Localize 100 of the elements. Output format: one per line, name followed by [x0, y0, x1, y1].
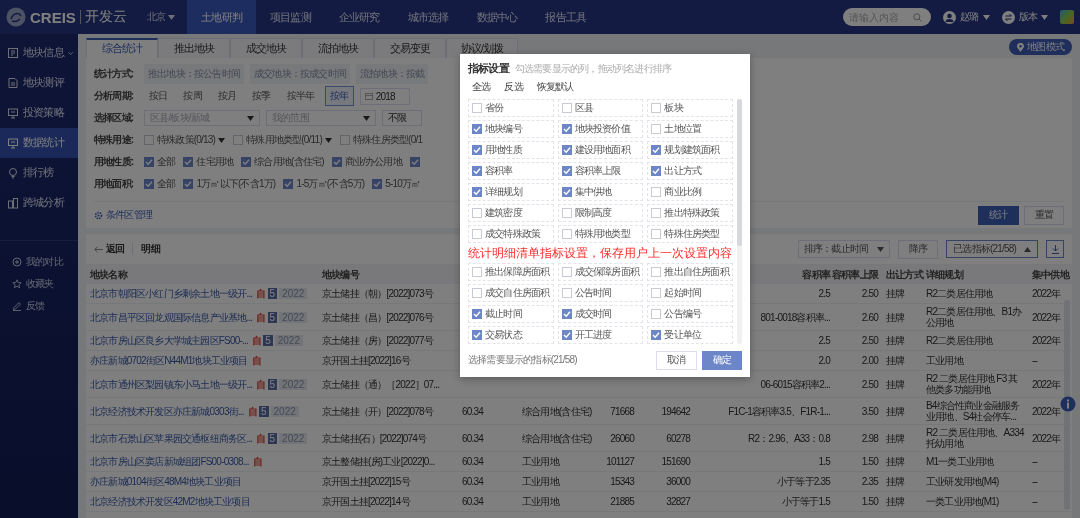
checkbox[interactable]	[561, 103, 572, 113]
checkbox[interactable]	[651, 267, 662, 277]
checkbox[interactable]	[472, 187, 482, 197]
checkbox[interactable]	[339, 135, 350, 145]
option-label[interactable]: 全部	[157, 155, 176, 169]
option-label[interactable]: 1-5万㎡(不含5万)	[296, 177, 365, 191]
checkbox[interactable]	[651, 124, 662, 134]
checkbox[interactable]	[472, 145, 482, 155]
tab[interactable]: 推出地块	[158, 38, 230, 58]
checkbox[interactable]	[651, 229, 662, 239]
tab[interactable]: 综合统计	[86, 38, 158, 58]
nav-item[interactable]: 报告工具	[531, 0, 601, 34]
checkbox[interactable]	[472, 267, 482, 277]
sidebar-item[interactable]: 地块测评	[0, 68, 78, 98]
land-name-link[interactable]: 北京市房山区窦店新城组团FS00-0308...	[90, 456, 249, 467]
checkbox[interactable]	[144, 135, 154, 145]
land-name-link[interactable]: 北京市昌平区回龙观国际信息产业基地...	[90, 311, 253, 323]
region-select[interactable]: 不限	[382, 110, 422, 126]
checkbox[interactable]	[561, 309, 572, 319]
period-button[interactable]: 按半年	[281, 86, 320, 106]
map-mode-button[interactable]: 地图模式	[1009, 39, 1072, 55]
checkbox[interactable]	[561, 145, 572, 155]
condition-manager-link[interactable]: 条件区管理	[94, 208, 152, 222]
period-button[interactable]: 按季	[247, 86, 276, 106]
checkbox[interactable]	[144, 157, 154, 167]
sort-select[interactable]: 排序：截止时间	[797, 240, 890, 258]
checkbox[interactable]	[561, 330, 572, 340]
checkbox[interactable]	[561, 124, 572, 134]
caret-icon[interactable]	[324, 137, 332, 143]
sidebar-link[interactable]: 我的对比	[0, 251, 78, 273]
checkbox[interactable]	[561, 208, 572, 218]
checkbox[interactable]	[561, 229, 572, 239]
checkbox[interactable]	[472, 208, 482, 218]
caret-icon[interactable]	[218, 137, 226, 143]
confirm-button[interactable]: 确定	[701, 350, 742, 370]
dialog-link[interactable]: 反选	[504, 80, 523, 94]
checkbox[interactable]	[409, 157, 420, 167]
version-menu[interactable]: 版本	[1001, 10, 1048, 24]
nav-item[interactable]: 土地研判	[187, 0, 257, 34]
checkbox[interactable]	[472, 229, 482, 239]
reset-button[interactable]: 重置	[1023, 205, 1064, 225]
checkbox[interactable]	[472, 309, 482, 319]
sidebar-item[interactable]: 投资策略	[0, 98, 78, 128]
cancel-button[interactable]: 取消	[656, 350, 697, 370]
checkbox[interactable]	[183, 179, 194, 189]
submit-button[interactable]: 统计	[978, 205, 1019, 225]
land-name-link[interactable]: 亦庄新城0104街区48M4地块工业项目	[90, 476, 242, 487]
checkbox[interactable]	[241, 157, 252, 167]
checkbox[interactable]	[372, 179, 383, 189]
indicator-select[interactable]: 已选指标(21/58)	[946, 240, 1038, 258]
back-link[interactable]: 返回	[94, 242, 125, 256]
checkbox[interactable]	[144, 179, 154, 189]
checkbox[interactable]	[472, 124, 482, 134]
land-name-link[interactable]: 北京市通州区梨园镇东小马土地一级开...	[90, 378, 253, 390]
land-name-link[interactable]: 北京市房山区良乡大学城主园区FS00-...	[90, 335, 248, 346]
checkbox[interactable]	[651, 166, 662, 176]
checkbox[interactable]	[331, 157, 342, 167]
option-label[interactable]: 综合用地(含住宅)	[254, 155, 324, 169]
dialog-link[interactable]: 全选	[472, 80, 491, 94]
option-label[interactable]: 区县	[574, 101, 594, 115]
land-name-link[interactable]: 亦庄新城0702街区N44M1地块工业项目	[90, 355, 248, 366]
checkbox[interactable]	[472, 103, 482, 113]
dialog-link[interactable]: 恢复默认	[536, 80, 574, 94]
checkbox[interactable]	[472, 330, 482, 340]
checkbox[interactable]	[283, 179, 294, 189]
nav-item[interactable]: 数据中心	[462, 0, 532, 34]
period-button[interactable]: 按月	[212, 86, 242, 106]
option-label[interactable]: 全部	[157, 177, 176, 191]
scrollbar[interactable]	[737, 99, 742, 344]
checkbox[interactable]	[233, 135, 244, 145]
checkbox[interactable]	[651, 309, 662, 319]
checkbox[interactable]	[651, 103, 662, 113]
checkbox[interactable]	[651, 187, 662, 197]
user-menu[interactable]: 赵璐	[943, 10, 990, 24]
checkbox[interactable]	[561, 267, 572, 277]
sidebar-link[interactable]: 反馈	[0, 295, 78, 317]
land-name-link[interactable]: 北京市朝阳区小红门乡剩余土地一级开...	[90, 288, 253, 299]
nav-item[interactable]: 项目监测	[256, 0, 325, 34]
land-name-link[interactable]: 北京市石景山区苹果园交通枢纽商务区...	[90, 432, 253, 444]
checkbox[interactable]	[472, 288, 482, 298]
checkbox[interactable]	[651, 288, 662, 298]
option-label[interactable]: 特殊用地类型(0/11)	[246, 133, 322, 147]
info-icon[interactable]	[1060, 396, 1076, 412]
land-name-link[interactable]: 北京经济技术开发区42M2地块工业项目	[90, 496, 250, 507]
option-label[interactable]: 商业/办公用地	[344, 155, 402, 169]
nav-item[interactable]: 城市选择	[393, 0, 463, 34]
checkbox[interactable]	[561, 288, 572, 298]
sidebar-item[interactable]: 地块信息	[0, 38, 78, 68]
nav-item[interactable]: 企业研究	[324, 0, 394, 34]
option-label[interactable]: 特殊住房类型(0/1	[352, 133, 423, 147]
sidebar-link[interactable]: 收藏夹	[0, 273, 78, 295]
option-label[interactable]: 省份	[485, 101, 504, 115]
tab[interactable]: 交易变更	[374, 38, 446, 58]
download-button[interactable]	[1046, 240, 1064, 258]
scrollbar[interactable]	[1064, 300, 1070, 510]
option-label[interactable]: 特殊政策(0/13)	[157, 133, 216, 147]
land-name-link[interactable]: 北京经济技术开发区亦庄新城0303街...	[90, 405, 244, 417]
period-button[interactable]: 按年	[325, 86, 354, 106]
tab[interactable]: 流拍地块	[302, 38, 374, 58]
checkbox[interactable]	[651, 330, 662, 340]
